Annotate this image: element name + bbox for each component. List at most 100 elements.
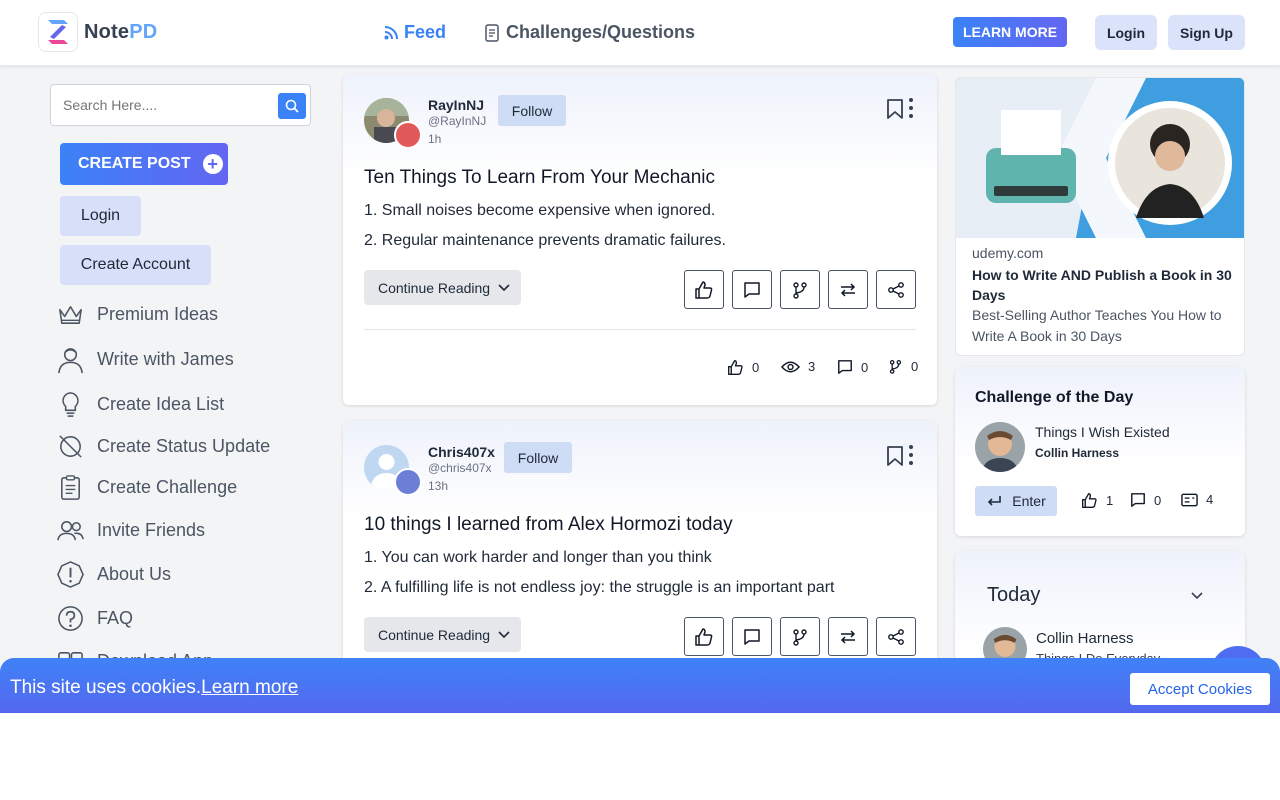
like-button[interactable] xyxy=(684,270,724,309)
thumbs-up-icon xyxy=(1082,493,1097,508)
learn-more-button[interactable]: LEARN MORE xyxy=(953,17,1067,47)
rss-icon xyxy=(384,25,398,39)
like-button[interactable] xyxy=(684,617,724,656)
bookmark-icon[interactable] xyxy=(886,98,904,125)
comment-icon xyxy=(744,281,760,298)
sidebar-login-button[interactable]: Login xyxy=(60,196,141,236)
cookie-text: This site uses cookies. xyxy=(10,677,202,698)
branch-count: 0 xyxy=(888,359,918,374)
challenge-entry-value: 4 xyxy=(1206,492,1214,507)
today-label[interactable]: Today xyxy=(987,584,1040,607)
ad-title[interactable]: How to Write AND Publish a Book in 30 Da… xyxy=(972,265,1234,305)
comment-count-value: 0 xyxy=(861,359,869,375)
thumbs-up-icon xyxy=(695,280,713,299)
view-count: 3 xyxy=(781,359,815,374)
sidebar-item-premium-ideas[interactable]: Premium Ideas xyxy=(56,300,218,329)
avatar[interactable] xyxy=(975,422,1025,472)
clipboard-icon xyxy=(61,475,80,500)
challenge-entry-count: 4 xyxy=(1181,492,1213,507)
user-badge xyxy=(394,121,422,149)
branch-icon xyxy=(889,360,902,374)
share-button[interactable] xyxy=(876,617,916,656)
sidebar-item-label: FAQ xyxy=(97,608,134,628)
today-author-name[interactable]: Collin Harness xyxy=(1036,630,1134,647)
sidebar-item-create-idea-list[interactable]: Create Idea List xyxy=(56,390,224,419)
sidebar-item-label: Write with James xyxy=(97,349,234,369)
more-options-icon[interactable] xyxy=(909,98,913,118)
bookmark-icon[interactable] xyxy=(886,445,904,472)
ad-domain: udemy.com xyxy=(972,245,1044,261)
post-title[interactable]: 10 things I learned from Alex Hormozi to… xyxy=(364,514,733,536)
follow-button[interactable]: Follow xyxy=(504,442,572,473)
challenge-title[interactable]: Things I Wish Existed xyxy=(1035,424,1170,440)
share-button[interactable] xyxy=(876,270,916,309)
page-viewport: NotePD Feed Challenges/Questions LEARN M… xyxy=(0,0,1280,713)
continue-reading-label: Continue Reading xyxy=(378,626,491,643)
header-login-button[interactable]: Login xyxy=(1095,15,1157,50)
search-button[interactable] xyxy=(278,93,306,119)
challenge-of-the-day-card: Challenge of the Day Things I Wish Exist… xyxy=(955,367,1245,536)
info-icon xyxy=(57,561,84,588)
cookie-message: This site uses cookies.Learn more xyxy=(10,677,298,699)
sidebar-item-about-us[interactable]: About Us xyxy=(56,560,171,589)
ad-card[interactable]: udemy.com How to Write AND Publish a Boo… xyxy=(955,77,1245,356)
branch-count-value: 0 xyxy=(911,359,919,374)
follow-button[interactable]: Follow xyxy=(498,95,566,126)
comment-button[interactable] xyxy=(732,270,772,309)
sidebar-item-create-status-update[interactable]: Create Status Update xyxy=(56,432,270,461)
post-time: 1h xyxy=(428,132,442,146)
branch-icon xyxy=(793,281,807,299)
enter-label: Enter xyxy=(1012,493,1046,509)
continue-reading-label: Continue Reading xyxy=(378,279,491,296)
accept-cookies-button[interactable]: Accept Cookies xyxy=(1130,673,1270,705)
nav-challenges[interactable]: Challenges/Questions xyxy=(484,22,695,43)
post-author-name[interactable]: Chris407x xyxy=(428,444,495,460)
sidebar-item-invite-friends[interactable]: Invite Friends xyxy=(56,516,205,545)
post-line: 2. Regular maintenance prevents dramatic… xyxy=(364,232,726,249)
sidebar-item-label: About Us xyxy=(97,564,172,584)
enter-icon xyxy=(988,496,1002,506)
plus-icon: + xyxy=(202,154,223,174)
sidebar-item-write-with-james[interactable]: Write with James xyxy=(56,345,234,374)
thumbs-up-icon xyxy=(695,627,713,646)
post-author-name[interactable]: RayInNJ xyxy=(428,97,484,113)
sidebar-item-create-challenge[interactable]: Create Challenge xyxy=(56,473,237,502)
sidebar-item-faq[interactable]: FAQ xyxy=(56,604,133,633)
branch-icon xyxy=(793,628,807,646)
document-icon xyxy=(485,23,499,42)
logo[interactable]: NotePD xyxy=(38,12,157,52)
chevron-down-icon[interactable] xyxy=(1191,587,1203,605)
repost-button[interactable] xyxy=(828,270,868,309)
sidebar-item-label: Create Challenge xyxy=(97,477,238,497)
branch-button[interactable] xyxy=(780,270,820,309)
ad-description: Best-Selling Author Teaches You How to W… xyxy=(972,307,1222,344)
more-options-icon[interactable] xyxy=(909,445,913,465)
header-signup-button[interactable]: Sign Up xyxy=(1168,15,1245,50)
enter-challenge-button[interactable]: Enter xyxy=(975,486,1057,516)
create-post-button[interactable]: CREATE POST + xyxy=(60,143,228,185)
entries-icon xyxy=(1181,493,1198,506)
search-box xyxy=(50,84,311,126)
nav-feed[interactable]: Feed xyxy=(384,22,446,43)
branch-button[interactable] xyxy=(780,617,820,656)
post-title[interactable]: Ten Things To Learn From Your Mechanic xyxy=(364,167,715,189)
continue-reading-button[interactable]: Continue Reading xyxy=(364,270,521,305)
search-icon xyxy=(285,99,299,113)
challenge-author[interactable]: Collin Harness xyxy=(1035,446,1119,460)
challenge-heading: Challenge of the Day xyxy=(975,389,1134,406)
create-account-button[interactable]: Create Account xyxy=(60,245,211,285)
comment-count: 0 xyxy=(837,359,868,375)
like-count-value: 0 xyxy=(752,360,760,375)
post-line: 2. A fulfilling life is not endless joy:… xyxy=(364,579,835,596)
question-icon xyxy=(58,606,83,631)
search-input[interactable] xyxy=(63,97,263,113)
logo-text-pd: PD xyxy=(129,20,158,43)
continue-reading-button[interactable]: Continue Reading xyxy=(364,617,521,652)
comment-button[interactable] xyxy=(732,617,772,656)
ad-image xyxy=(956,78,1244,238)
share-icon xyxy=(888,628,904,645)
chevron-down-icon xyxy=(498,283,510,291)
user-badge xyxy=(394,468,422,496)
repost-button[interactable] xyxy=(828,617,868,656)
cookie-learn-more-link[interactable]: Learn more xyxy=(201,677,298,698)
